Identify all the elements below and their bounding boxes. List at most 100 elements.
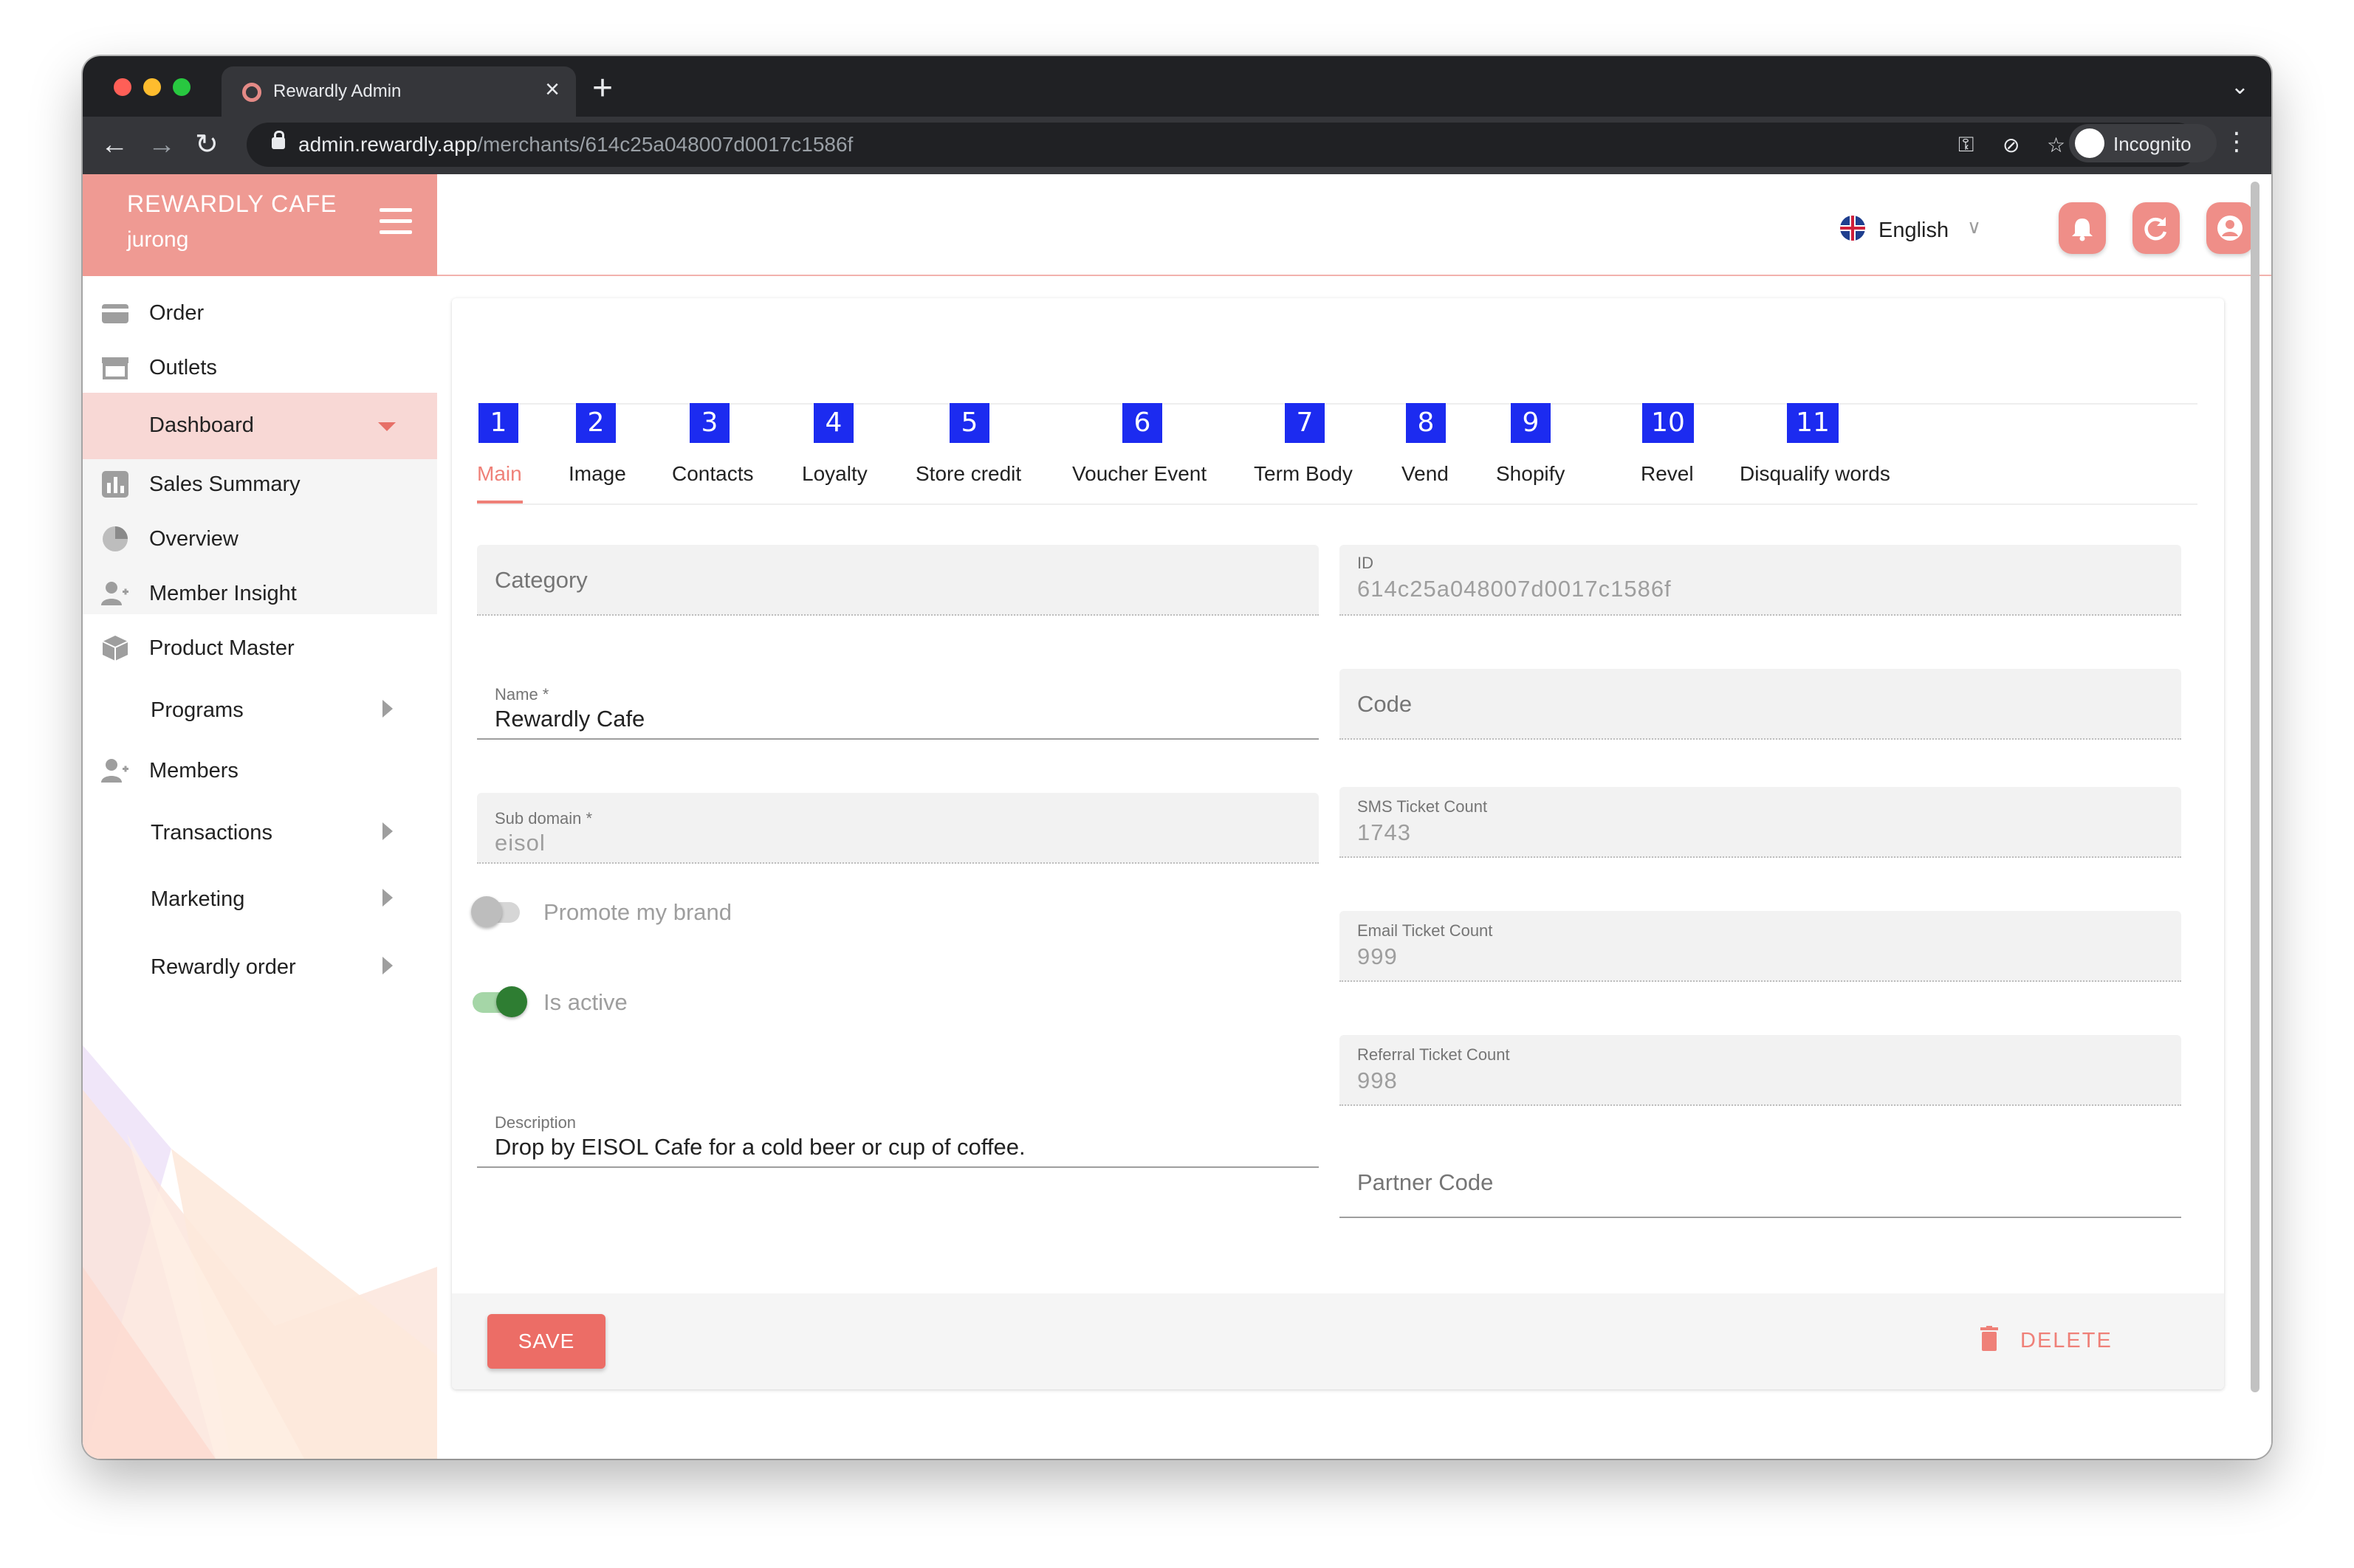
sidebar-item-transactions[interactable]: Transactions	[83, 806, 437, 861]
chevron-right-icon	[382, 822, 393, 840]
tab-store-credit[interactable]: Store credit	[916, 462, 1021, 486]
close-window-button[interactable]	[114, 78, 131, 96]
menu-icon[interactable]	[380, 208, 412, 235]
tab-number-badge: 7	[1285, 403, 1325, 443]
name-value: Rewardly Cafe	[495, 706, 645, 732]
name-field[interactable]: Name * Rewardly Cafe	[477, 669, 1319, 740]
tab-term-body[interactable]: Term Body	[1254, 462, 1353, 486]
sidebar-item-outlets[interactable]: Outlets	[83, 341, 437, 396]
tab-loyalty[interactable]: Loyalty	[802, 462, 868, 486]
refresh-button[interactable]	[2132, 202, 2180, 254]
chevron-right-icon	[382, 889, 393, 907]
name-label: Name *	[495, 685, 549, 704]
brand-name: REWARDLY CAFE	[127, 190, 337, 217]
sidebar-item-dashboard[interactable]: Dashboard	[83, 393, 437, 459]
minimize-window-button[interactable]	[143, 78, 161, 96]
sidebar-item-label: Members	[149, 759, 239, 783]
sidebar-item-members[interactable]: Members	[83, 744, 437, 799]
tab-number-badge: 5	[950, 403, 989, 443]
sidebar-item-marketing[interactable]: Marketing	[83, 873, 437, 927]
back-arrow-icon[interactable]: ←	[100, 128, 128, 161]
description-field[interactable]: Description Drop by EISOL Cafe for a col…	[477, 1097, 1319, 1168]
sidebar-item-sales-summary[interactable]: Sales Summary	[83, 458, 437, 512]
tab-vend[interactable]: Vend	[1401, 462, 1449, 486]
tab-number-badge: 9	[1511, 403, 1551, 443]
is-active-label: Is active	[543, 989, 628, 1015]
id-label: ID	[1357, 554, 1373, 572]
sidebar-decoration	[83, 1045, 437, 1459]
reload-icon[interactable]: ↻	[195, 128, 219, 161]
browser-window: Rewardly Admin × + ⌄ ← → ↻ admin.rewardl…	[83, 56, 2271, 1459]
more-vert-icon[interactable]: ⋮	[2224, 127, 2249, 157]
tab-contacts[interactable]: Contacts	[672, 462, 754, 486]
promote-brand-toggle[interactable]: Promote my brand	[471, 889, 916, 933]
page-scrollbar[interactable]	[2251, 182, 2259, 1392]
sidebar-item-product-master[interactable]: Product Master	[83, 622, 437, 676]
sidebar-item-programs[interactable]: Programs	[83, 684, 437, 738]
subdomain-field: Sub domain * eisol	[477, 793, 1319, 864]
chevron-right-icon	[382, 957, 393, 974]
sidebar-item-label: Sales Summary	[149, 472, 301, 496]
sidebar-item-label: Transactions	[151, 821, 272, 845]
key-icon[interactable]: ⚿	[1958, 133, 1974, 157]
is-active-toggle[interactable]: Is active	[473, 979, 916, 1023]
save-button[interactable]: SAVE	[487, 1314, 605, 1369]
account-button[interactable]	[2206, 202, 2254, 254]
category-field[interactable]: Category	[477, 545, 1319, 616]
referral-ticket-count-label: Referral Ticket Count	[1357, 1045, 1510, 1064]
sms-ticket-count-label: SMS Ticket Count	[1357, 797, 1488, 816]
url-text[interactable]: admin.rewardly.app/merchants/614c25a0480…	[298, 133, 853, 157]
partner-code-placeholder: Partner Code	[1357, 1169, 1494, 1195]
store-icon	[102, 357, 128, 379]
sms-ticket-count-value: 1743	[1357, 819, 1411, 845]
refresh-icon	[2144, 217, 2167, 241]
category-placeholder: Category	[495, 567, 588, 593]
browser-tab[interactable]: Rewardly Admin ×	[222, 66, 576, 117]
tab-voucher-event[interactable]: Voucher Event	[1072, 462, 1207, 486]
id-field: ID 614c25a048007d0017c1586f	[1339, 545, 2181, 616]
tab-disqualify-words[interactable]: Disqualify words	[1740, 462, 1890, 486]
tab-number-badge: 1	[478, 403, 518, 443]
app-root: REWARDLY CAFE jurong Order Outlets Dashb…	[83, 174, 2271, 1459]
eye-off-icon[interactable]: ⊘	[2003, 133, 2020, 157]
cube-icon	[102, 636, 128, 661]
browser-toolbar: ← → ↻ admin.rewardly.app/merchants/614c2…	[83, 117, 2271, 174]
promote-brand-label: Promote my brand	[543, 899, 732, 925]
sidebar-item-rewardly-order[interactable]: Rewardly order	[83, 941, 437, 995]
subdomain-value: eisol	[495, 830, 546, 856]
forward-arrow-icon[interactable]: →	[148, 128, 176, 161]
sidebar-item-member-insight[interactable]: Member Insight	[83, 567, 437, 622]
tab-number-badge: 2	[576, 403, 616, 443]
code-placeholder: Code	[1357, 691, 1413, 717]
tab-image[interactable]: Image	[569, 462, 626, 486]
star-icon[interactable]: ☆	[2047, 133, 2065, 157]
address-bar[interactable]: admin.rewardly.app/merchants/614c25a0480…	[247, 123, 2199, 167]
account-icon	[2217, 216, 2243, 241]
new-tab-button[interactable]: +	[592, 66, 613, 111]
sidebar-item-overview[interactable]: Overview	[83, 512, 437, 567]
incognito-icon	[2075, 128, 2104, 158]
tab-shopify[interactable]: Shopify	[1496, 462, 1565, 486]
app-header: English ∨	[437, 174, 2271, 276]
tab-revel[interactable]: Revel	[1641, 462, 1694, 486]
email-ticket-count-value: 999	[1357, 943, 1398, 969]
tab-search-chevron-icon[interactable]: ⌄	[2231, 74, 2249, 100]
incognito-badge[interactable]: Incognito	[2069, 124, 2217, 162]
bar-chart-icon	[102, 471, 128, 498]
partner-code-field[interactable]: Partner Code	[1339, 1147, 2181, 1218]
merchant-form-card: 1 2 3 4 5 6 7 8 9 10 11 Main Image Conta…	[452, 298, 2224, 1389]
tab-main[interactable]: Main	[477, 462, 522, 486]
sidebar-item-label: Overview	[149, 527, 239, 551]
tab-number-badge: 10	[1642, 403, 1694, 443]
brand-outlet: jurong	[127, 227, 189, 252]
sidebar-item-label: Programs	[151, 698, 244, 722]
sidebar-item-label: Rewardly order	[151, 955, 296, 979]
sidebar-item-order[interactable]: Order	[83, 286, 437, 341]
delete-label: DELETE	[2020, 1329, 2113, 1352]
subdomain-label: Sub domain *	[495, 809, 593, 828]
notifications-button[interactable]	[2059, 202, 2106, 254]
tab-close-icon[interactable]: ×	[545, 77, 560, 102]
sidebar-item-label: Marketing	[151, 887, 245, 911]
code-field[interactable]: Code	[1339, 669, 2181, 740]
maximize-window-button[interactable]	[173, 78, 191, 96]
